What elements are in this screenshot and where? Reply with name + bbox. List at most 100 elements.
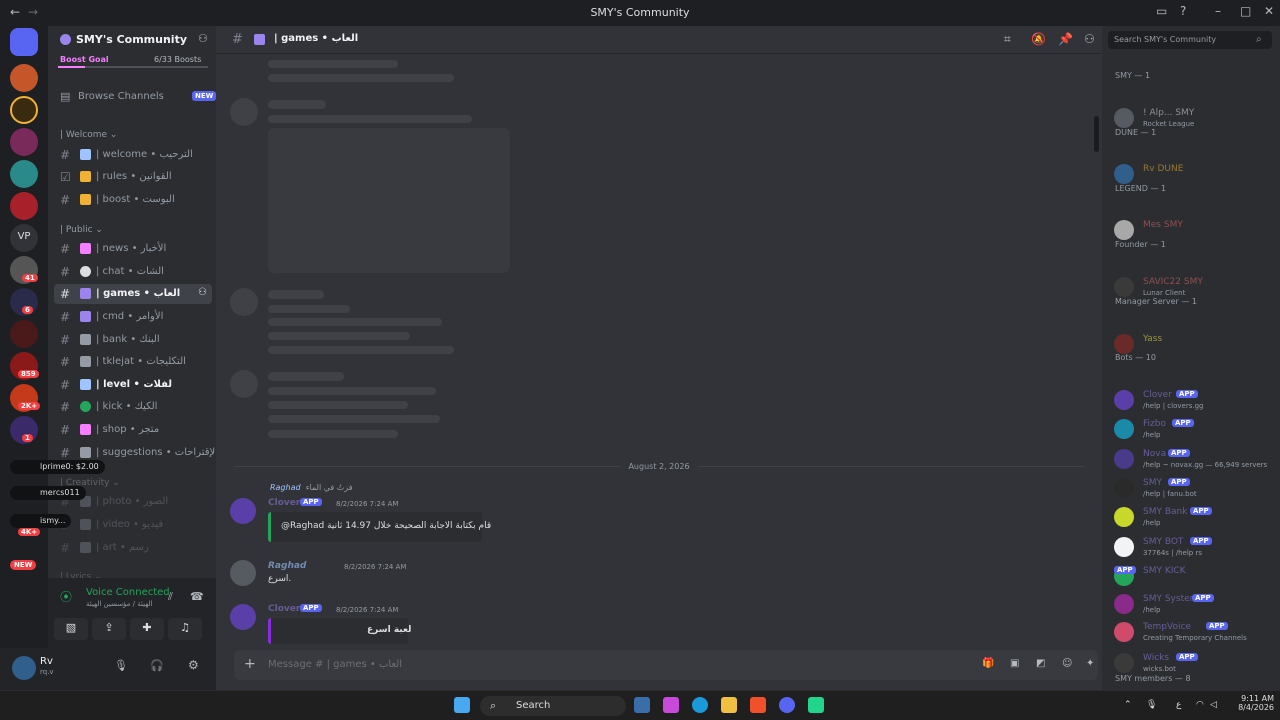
reply-preview[interactable]: Raghad فزتُ في الماء — [270, 483, 353, 492]
discord-icon[interactable] — [779, 697, 795, 713]
gift-icon[interactable]: 🎁 — [982, 658, 994, 669]
member-item[interactable]: Nova APP/help ~ novax.gg — 66,949 servers — [1114, 447, 1276, 471]
emoji-icon[interactable]: ☺ — [1062, 658, 1072, 669]
channel-kick[interactable]: # | kick • الكيك — [54, 397, 212, 417]
avatar[interactable] — [1114, 478, 1134, 498]
clock[interactable]: 9:11 AM 8/4/2026 — [1222, 694, 1274, 712]
avatar[interactable] — [230, 498, 256, 524]
channel-level[interactable]: # | level • لفلات — [54, 375, 212, 395]
windows-start-icon[interactable] — [454, 697, 470, 713]
channel-tklejat[interactable]: # | tklejat • التكليجات — [54, 352, 212, 372]
avatar[interactable] — [1114, 622, 1134, 642]
member-item[interactable]: SMY KICK APP — [1114, 564, 1276, 588]
members-icon[interactable]: ⚇ — [1084, 32, 1095, 46]
server-icon[interactable] — [10, 320, 38, 348]
app-icon[interactable] — [808, 697, 824, 713]
task-view-icon[interactable] — [634, 697, 650, 713]
category-public[interactable]: | Public ⌄ — [60, 225, 103, 235]
channel-shop[interactable]: # | shop • متجر — [54, 420, 212, 440]
channel-games[interactable]: # | games • العاب ⚇ — [54, 284, 212, 304]
message-author[interactable]: Clover — [268, 604, 300, 614]
file-explorer-icon[interactable] — [721, 697, 737, 713]
chevron-down-icon[interactable]: ⌄ — [164, 33, 172, 43]
sticker-icon[interactable]: ◩ — [1036, 658, 1045, 669]
screen-share-button[interactable]: ⇪ — [92, 618, 126, 640]
channel-news[interactable]: # | news • الأخبار — [54, 239, 212, 259]
noise-suppression-icon[interactable]: ⫽ — [168, 590, 173, 604]
scrollbar-thumb[interactable] — [1094, 116, 1099, 152]
server-icon[interactable] — [10, 128, 38, 156]
member-item[interactable]: Fizbo APP/help — [1114, 417, 1276, 441]
add-member-icon[interactable]: ⚇ — [198, 287, 207, 298]
apps-icon[interactable]: ✦ — [1086, 658, 1094, 669]
disconnect-icon[interactable]: ☎ — [190, 590, 204, 603]
category-welcome[interactable]: | Welcome ⌄ — [60, 130, 117, 140]
voice-channel[interactable]: الهيئة / مؤسسين الهيئة — [86, 600, 153, 608]
tray-chevron-icon[interactable]: ⌃ — [1124, 700, 1132, 710]
member-item[interactable]: SMY BOT APP 37764s | /help rs — [1114, 535, 1276, 559]
language-indicator[interactable]: ع — [1176, 700, 1181, 710]
taskbar-search[interactable]: ⌕ Search — [480, 696, 626, 716]
avatar[interactable] — [1114, 653, 1134, 673]
help-icon[interactable]: ? — [1180, 4, 1186, 18]
channel-boost[interactable]: # | boost • البوست — [54, 190, 212, 210]
gear-icon[interactable]: ⚙ — [188, 658, 199, 672]
copilot-icon[interactable] — [663, 697, 679, 713]
avatar[interactable] — [1114, 449, 1134, 469]
activities-button[interactable]: ✚ — [130, 618, 164, 640]
tooltip-item[interactable]: ismy... — [10, 514, 72, 528]
camera-off-button[interactable]: ▧ — [54, 618, 88, 640]
avatar[interactable] — [1114, 108, 1134, 128]
tooltip-item[interactable]: lprime0: $2.00 — [10, 460, 105, 474]
volume-icon[interactable]: ◁ — [1210, 700, 1217, 710]
edge-icon[interactable] — [692, 697, 708, 713]
server-icon[interactable] — [10, 64, 38, 92]
member-item[interactable]: TempVoice APP Creating Temporary Channels — [1114, 620, 1276, 644]
avatar[interactable] — [12, 656, 36, 680]
avatar[interactable] — [1114, 419, 1134, 439]
pin-icon[interactable]: 📌 — [1058, 32, 1073, 46]
member-item[interactable]: Mes SMY — [1114, 218, 1276, 242]
headphones-icon[interactable]: 🎧 — [150, 659, 164, 672]
bell-muted-icon[interactable]: 🔕 — [1031, 32, 1046, 46]
avatar[interactable] — [1114, 164, 1134, 184]
message-input[interactable]: + Message # | games • العاب 🎁 ▣ ◩ ☺ ✦ — [234, 650, 1098, 680]
avatar[interactable] — [1114, 390, 1134, 410]
soundboard-button[interactable]: ♫ — [168, 618, 202, 640]
avatar[interactable] — [1114, 507, 1134, 527]
server-vp-icon[interactable]: VP — [10, 224, 38, 252]
avatar[interactable] — [1114, 334, 1134, 354]
member-item[interactable]: ! Alp... SMY Rocket League — [1114, 106, 1276, 130]
channel-chat[interactable]: # | chat • الشات — [54, 262, 212, 282]
brave-icon[interactable] — [750, 697, 766, 713]
maximize-icon[interactable]: □ — [1240, 4, 1251, 18]
search-input[interactable]: Search SMY's Community ⌕ — [1108, 31, 1272, 49]
channel-video[interactable]: #| video • فيديو — [54, 515, 212, 535]
channel-welcome[interactable]: # | welcome • الترحيب — [54, 145, 212, 165]
member-item[interactable]: SMY APP/help | fanu.bot — [1114, 476, 1276, 500]
server-icon[interactable] — [10, 192, 38, 220]
channel-rules[interactable]: ☑ | rules • القوانين — [54, 167, 212, 187]
new-badge[interactable]: NEW — [10, 560, 37, 570]
add-attachment-icon[interactable]: + — [244, 656, 256, 672]
server-icon[interactable] — [10, 160, 38, 188]
member-item[interactable]: Clover APP/help | clovers.gg — [1114, 388, 1276, 412]
server-icon[interactable] — [10, 96, 38, 124]
channel-cmd[interactable]: # | cmd • الأوامر — [54, 307, 212, 327]
guild-header[interactable]: SMY's Community ⌄ ⚇ — [48, 26, 216, 54]
tooltip-item[interactable]: mercs011 — [10, 486, 86, 500]
member-item[interactable]: SAVIC22 SMY Lunar Client — [1114, 275, 1276, 299]
member-item[interactable]: SMY Bank APP/help — [1114, 505, 1276, 529]
wifi-icon[interactable]: ◠ — [1196, 700, 1204, 710]
avatar[interactable] — [1114, 220, 1134, 240]
minimize-icon[interactable]: – — [1215, 4, 1221, 18]
inbox-icon[interactable]: ▭ — [1156, 4, 1167, 18]
boost-goal[interactable]: Boost Goal 6/33 Boosts — [58, 55, 208, 68]
member-item[interactable]: Rv DUNE — [1114, 162, 1276, 186]
user-name[interactable]: Rv — [40, 656, 53, 667]
channel-bank[interactable]: # | bank • البنك — [54, 330, 212, 350]
member-item[interactable]: Yass — [1114, 332, 1276, 356]
avatar[interactable] — [230, 604, 256, 630]
gif-icon[interactable]: ▣ — [1010, 658, 1019, 669]
browse-channels[interactable]: ▤ Browse Channels NEW — [58, 90, 217, 106]
